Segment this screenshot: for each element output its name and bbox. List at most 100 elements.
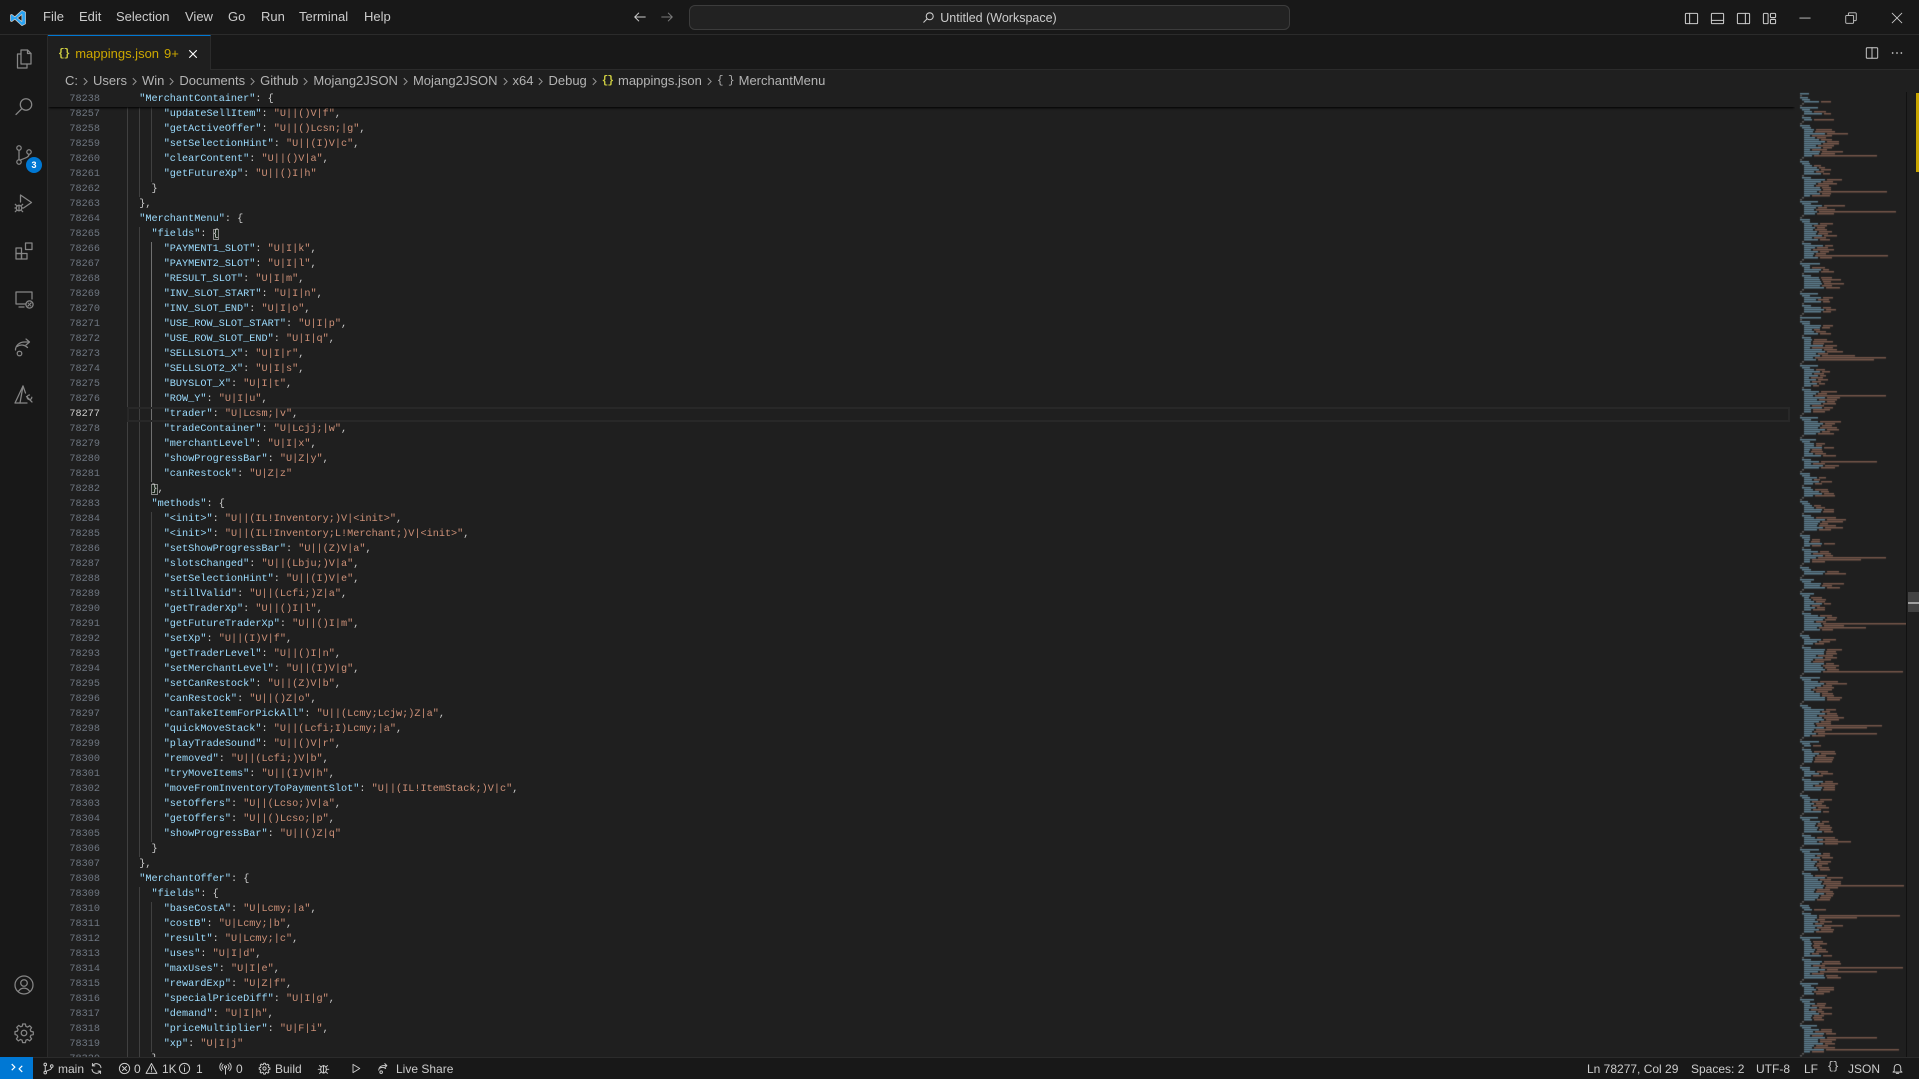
code-text[interactable]: "slotsChanged": "U||(Lbju;)V|a",: [127, 557, 360, 572]
code-text[interactable]: "tradeContainer": "U|Lcjj;|w",: [127, 422, 347, 437]
code-line[interactable]: 78291 "getFutureTraderXp": "U||()I|m",: [48, 617, 1795, 632]
code-text[interactable]: "<init>": "U||(IL!Inventory;L!Merchant;)…: [127, 527, 470, 542]
code-text[interactable]: "SELLSLOT1_X": "U|I|r",: [127, 347, 305, 362]
code-line[interactable]: 78311 "costB": "U|Lcmy;|b",: [48, 917, 1795, 932]
code-line[interactable]: 78276 "ROW_Y": "U|I|u",: [48, 392, 1795, 407]
code-line[interactable]: 78282 },: [48, 482, 1795, 497]
close-tab-icon[interactable]: [187, 48, 199, 60]
code-line[interactable]: 78314 "maxUses": "U|I|e",: [48, 962, 1795, 977]
code-line[interactable]: 78238 "MerchantContainer": {: [48, 92, 1795, 107]
code-text[interactable]: },: [127, 857, 151, 872]
activity-remote-explorer[interactable]: [0, 275, 47, 323]
toggle-primary-sidebar-icon[interactable]: [1683, 10, 1699, 26]
menu-terminal[interactable]: Terminal: [299, 9, 348, 25]
code-line[interactable]: 78315 "rewardExp": "U|Z|f",: [48, 977, 1795, 992]
activity-source-control[interactable]: 3: [0, 131, 47, 179]
code-line[interactable]: 78278 "tradeContainer": "U|Lcjj;|w",: [48, 422, 1795, 437]
code-line[interactable]: 78257 "updateSellItem": "U||()V|f",: [48, 107, 1795, 122]
breadcrumb-symbol[interactable]: MerchantMenu: [739, 70, 826, 92]
code-text[interactable]: "result": "U|Lcmy;|c",: [127, 932, 299, 947]
code-line[interactable]: 78298 "quickMoveStack": "U||(Lcfi;I)Lcmy…: [48, 722, 1795, 737]
code-line[interactable]: 78270 "INV_SLOT_END": "U|I|o",: [48, 302, 1795, 317]
code-text[interactable]: "<init>": "U||(IL!Inventory;)V|<init>",: [127, 512, 402, 527]
code-line[interactable]: 78269 "INV_SLOT_START": "U|I|n",: [48, 287, 1795, 302]
code-line[interactable]: 78279 "merchantLevel": "U|I|x",: [48, 437, 1795, 452]
minimap-canvas[interactable]: [1795, 92, 1906, 1057]
code-text[interactable]: "quickMoveStack": "U||(Lcfi;I)Lcmy;|a",: [127, 722, 402, 737]
code-line[interactable]: 78272 "USE_ROW_SLOT_END": "U|I|q",: [48, 332, 1795, 347]
breadcrumb-item[interactable]: C:: [65, 70, 78, 92]
code-text[interactable]: "getFutureTraderXp": "U||()I|m",: [127, 617, 360, 632]
code-line[interactable]: 78293 "getTraderLevel": "U||()I|n",: [48, 647, 1795, 662]
code-text[interactable]: "updateSellItem": "U||()V|f",: [127, 107, 341, 122]
breadcrumb-item[interactable]: Documents: [179, 70, 245, 92]
code-line[interactable]: 78295 "setCanRestock": "U||(Z)V|b",: [48, 677, 1795, 692]
code-text[interactable]: "methods": {: [127, 497, 224, 512]
code-line[interactable]: 78309 "fields": {: [48, 887, 1795, 902]
menu-edit[interactable]: Edit: [79, 9, 101, 25]
code-text[interactable]: "setShowProgressBar": "U||(Z)V|a",: [127, 542, 372, 557]
code-line[interactable]: 78277 "trader": "U|Lcsm;|v",: [48, 407, 1795, 422]
code-line[interactable]: 78287 "slotsChanged": "U||(Lbju;)V|a",: [48, 557, 1795, 572]
info-icon[interactable]: [178, 1062, 191, 1075]
code-line[interactable]: 78304 "getOffers": "U||()Lcso;|p",: [48, 812, 1795, 827]
code-text[interactable]: "setSelectionHint": "U||(I)V|e",: [127, 572, 360, 587]
code-text[interactable]: "tryMoveItems": "U||(I)V|h",: [127, 767, 335, 782]
code-line[interactable]: 78313 "uses": "U|I|d",: [48, 947, 1795, 962]
code-text[interactable]: "canTakeItemForPickAll": "U||(Lcmy;Lcjw;…: [127, 707, 445, 722]
code-text[interactable]: "PAYMENT1_SLOT": "U|I|k",: [127, 242, 317, 257]
remote-indicator-button[interactable]: [0, 1057, 33, 1079]
code-line[interactable]: 78318 "priceMultiplier": "U|F|i",: [48, 1022, 1795, 1037]
code-line[interactable]: 78271 "USE_ROW_SLOT_START": "U|I|p",: [48, 317, 1795, 332]
code-text[interactable]: "fields": {: [127, 227, 219, 242]
code-line[interactable]: 78262 }: [48, 182, 1795, 197]
code-line[interactable]: 78310 "baseCostA": "U|Lcmy;|a",: [48, 902, 1795, 917]
activity-explorer[interactable]: [0, 35, 47, 83]
code-text[interactable]: "setSelectionHint": "U||(I)V|c",: [127, 137, 360, 152]
code-text[interactable]: "setMerchantLevel": "U||(I)V|g",: [127, 662, 360, 677]
code-line[interactable]: 78263 },: [48, 197, 1795, 212]
code-text[interactable]: "USE_ROW_SLOT_END": "U|I|q",: [127, 332, 335, 347]
code-text[interactable]: }: [127, 182, 157, 197]
code-text[interactable]: "getOffers": "U||()Lcso;|p",: [127, 812, 335, 827]
restore-icon[interactable]: [1843, 10, 1859, 26]
menu-selection[interactable]: Selection: [116, 9, 169, 25]
menu-file[interactable]: File: [43, 9, 64, 25]
activity-manage[interactable]: [0, 1009, 47, 1057]
code-line[interactable]: 78258 "getActiveOffer": "U||()Lcsn;|g",: [48, 122, 1795, 137]
code-line[interactable]: 78302 "moveFromInventoryToPaymentSlot": …: [48, 782, 1795, 797]
code-text[interactable]: "demand": "U|I|h",: [127, 1007, 274, 1022]
code-line[interactable]: 78308 "MerchantOffer": {: [48, 872, 1795, 887]
code-line[interactable]: 78281 "canRestock": "U|Z|z": [48, 467, 1795, 482]
code-text[interactable]: "stillValid": "U||(Lcfi;)Z|a",: [127, 587, 347, 602]
breadcrumb-item[interactable]: Github: [260, 70, 298, 92]
code-text[interactable]: "ROW_Y": "U|I|u",: [127, 392, 268, 407]
breadcrumb-item[interactable]: Users: [93, 70, 127, 92]
code-text[interactable]: "maxUses": "U|I|e",: [127, 962, 280, 977]
code-line[interactable]: 78266 "PAYMENT1_SLOT": "U|I|k",: [48, 242, 1795, 257]
ports-broadcast-icon[interactable]: [219, 1062, 232, 1075]
code-line[interactable]: 78259 "setSelectionHint": "U||(I)V|c",: [48, 137, 1795, 152]
activity-run-and-debug[interactable]: [0, 179, 47, 227]
breadcrumb-item[interactable]: Win: [142, 70, 164, 92]
code-line[interactable]: 78283 "methods": {: [48, 497, 1795, 512]
code-line[interactable]: 78307 },: [48, 857, 1795, 872]
split-editor-icon[interactable]: [1864, 45, 1880, 61]
breadcrumb-file[interactable]: mappings.json: [618, 70, 702, 92]
activity-accounts[interactable]: [0, 961, 47, 1009]
warning-count[interactable]: 1K: [162, 1061, 177, 1077]
activity-live-share[interactable]: [0, 323, 47, 371]
code-line[interactable]: 78289 "stillValid": "U||(Lcfi;)Z|a",: [48, 587, 1795, 602]
code-text[interactable]: "costB": "U|Lcmy;|b",: [127, 917, 292, 932]
code-line[interactable]: 78280 "showProgressBar": "U|Z|y",: [48, 452, 1795, 467]
minimize-icon[interactable]: [1797, 10, 1813, 26]
code-line[interactable]: 78268 "RESULT_SLOT": "U|I|m",: [48, 272, 1795, 287]
code-line[interactable]: 78297 "canTakeItemForPickAll": "U||(Lcmy…: [48, 707, 1795, 722]
code-line[interactable]: 78312 "result": "U|Lcmy;|c",: [48, 932, 1795, 947]
sync-icon[interactable]: [90, 1062, 103, 1075]
back-arrow-icon[interactable]: [632, 9, 648, 25]
code-editor[interactable]: 78257 "updateSellItem": "U||()V|f", 78258…: [48, 92, 1795, 1057]
build-button[interactable]: Build: [275, 1061, 302, 1077]
code-text[interactable]: "INV_SLOT_END": "U|I|o",: [127, 302, 311, 317]
code-line[interactable]: 78301 "tryMoveItems": "U||(I)V|h",: [48, 767, 1795, 782]
